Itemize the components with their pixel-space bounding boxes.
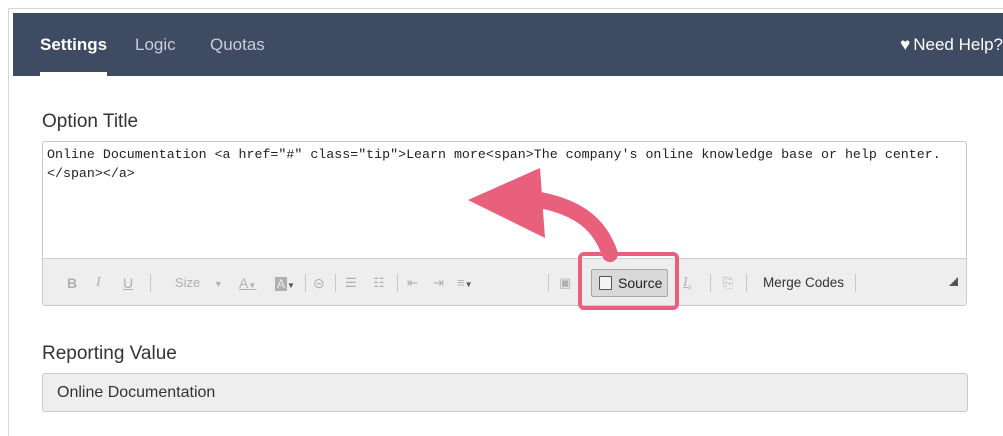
merge-codes-button[interactable]: Merge Codes (763, 259, 844, 305)
size-dropdown-label: Size (175, 275, 201, 290)
chevron-down-icon: ▼ (287, 281, 295, 290)
underline-button[interactable]: U (123, 259, 133, 305)
reporting-value-input[interactable]: Online Documentation (42, 373, 968, 412)
active-tab-indicator (40, 72, 108, 76)
toolbar-separator (150, 274, 151, 292)
reporting-value-label: Reporting Value (42, 343, 177, 364)
toolbar-separator (397, 274, 398, 292)
tab-logic[interactable]: Logic (135, 13, 176, 76)
tab-quotas-label: Quotas (210, 35, 265, 54)
italic-button[interactable]: I (96, 259, 101, 305)
toolbar-separator (335, 274, 336, 292)
source-code-textarea[interactable]: Online Documentation <a href="#" class="… (43, 142, 966, 258)
tab-settings-label: Settings (40, 35, 108, 54)
editor-toolbar: B I U Size ▼ A▼ A ▼ ⊝ ☰ ☷ ⇤ ⇥ ≡▼ ▣ Source… (43, 258, 966, 305)
indent-icon[interactable]: ⇥ (433, 259, 444, 305)
heart-icon: ♥ (900, 35, 911, 54)
bold-button[interactable]: B (67, 259, 77, 305)
align-dropdown-icon[interactable]: ≡▼ (457, 259, 473, 305)
top-nav-bar: Settings Logic Quotas ♥ Need Help? (13, 13, 1003, 76)
toolbar-separator (305, 274, 306, 292)
numbered-list-icon[interactable]: ☰ (345, 259, 357, 305)
tab-quotas[interactable]: Quotas (210, 13, 265, 76)
toolbar-separator (855, 274, 856, 292)
tab-logic-label: Logic (135, 35, 176, 54)
remove-format-button[interactable]: Ix (683, 259, 692, 305)
bulleted-list-icon[interactable]: ☷ (373, 259, 385, 305)
toolbar-separator (710, 274, 711, 292)
font-color-icon: A (239, 275, 249, 291)
toolbar-separator (548, 274, 549, 292)
paste-from-word-icon[interactable]: ⎘ (723, 259, 733, 305)
rich-text-editor: Online Documentation <a href="#" class="… (42, 141, 967, 306)
font-color-button[interactable]: A▼ (239, 259, 257, 305)
need-help-link[interactable]: ♥ Need Help? (900, 13, 1003, 76)
resize-handle-icon[interactable] (949, 277, 958, 286)
chevron-down-icon: ▼ (213, 279, 223, 289)
need-help-label: Need Help? (913, 35, 1003, 54)
toolbar-separator (746, 274, 747, 292)
source-button-highlight (578, 252, 679, 310)
option-title-label: Option Title (42, 111, 139, 132)
size-dropdown[interactable]: Size ▼ (175, 259, 223, 305)
background-color-button[interactable]: A ▼ (275, 259, 295, 305)
background-color-icon: A (275, 277, 288, 291)
tab-settings[interactable]: Settings (40, 13, 108, 76)
link-icon[interactable]: ⊝ (313, 259, 325, 305)
outdent-icon[interactable]: ⇤ (407, 259, 418, 305)
chevron-down-icon: ▼ (248, 281, 257, 290)
image-icon[interactable]: ▣ (559, 259, 571, 305)
